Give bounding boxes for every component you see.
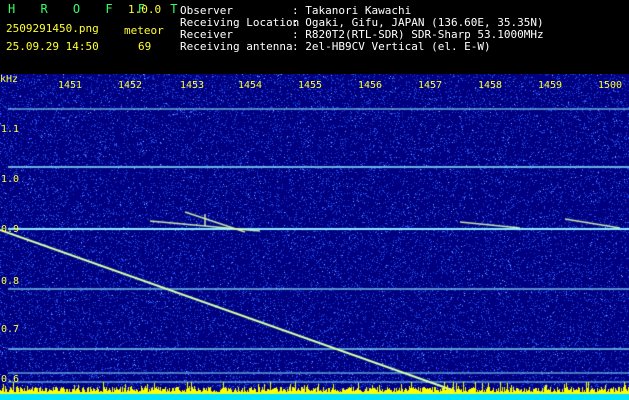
freq-tick-label: 1.0 bbox=[1, 174, 20, 185]
antenna-value: : 2el-HB9CV Vertical (el. E-W) bbox=[292, 40, 491, 53]
khz-unit-label: kHz bbox=[0, 74, 19, 85]
freq-tick-label: 0.6 bbox=[1, 374, 20, 385]
time-tick-label: 1455 bbox=[298, 80, 323, 91]
app-version: 1.0.0 bbox=[128, 3, 162, 16]
freq-tick-label: 0.8 bbox=[1, 276, 20, 287]
timestamp: 25.09.29 14:50 bbox=[6, 40, 99, 53]
meteor-count: 69 bbox=[138, 40, 152, 53]
freq-tick-label: 0.7 bbox=[1, 324, 20, 335]
time-tick-label: 1459 bbox=[538, 80, 563, 91]
time-tick-label: 1458 bbox=[478, 80, 503, 91]
time-tick-label: 1500 bbox=[598, 80, 623, 91]
time-tick-label: 1451 bbox=[58, 80, 83, 91]
spectrogram-canvas bbox=[0, 74, 629, 400]
time-tick-label: 1452 bbox=[118, 80, 143, 91]
time-tick-label: 1457 bbox=[418, 80, 443, 91]
freq-tick-label: 1.1 bbox=[1, 124, 20, 135]
time-tick-label: 1453 bbox=[180, 80, 205, 91]
header-panel: H R O F F T 1.0.0 2509291450.png meteor … bbox=[0, 0, 629, 74]
time-tick-label: 1454 bbox=[238, 80, 263, 91]
antenna-label: Receiving antenna bbox=[180, 40, 293, 53]
meteor-label: meteor bbox=[124, 24, 164, 37]
file-name: 2509291450.png bbox=[6, 22, 99, 35]
freq-tick-label: 0.9 bbox=[1, 224, 20, 235]
time-tick-label: 1456 bbox=[358, 80, 383, 91]
